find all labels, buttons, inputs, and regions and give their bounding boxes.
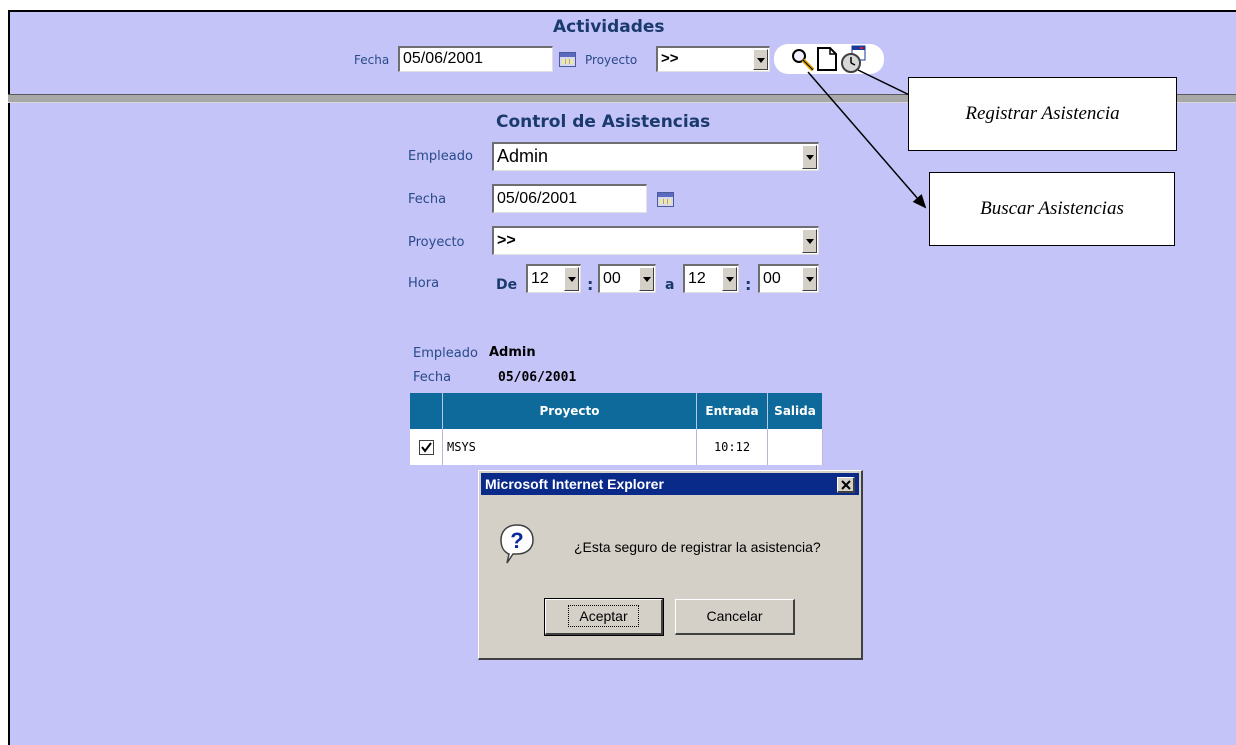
chevron-down-icon [753,49,768,70]
empleado-label: Empleado [408,149,473,164]
header-fecha-input[interactable]: 05/06/2001 [398,46,553,72]
proyecto-label: Proyecto [408,235,465,250]
hora-de-minute-value: 00 [603,270,621,287]
hora-a-minute-select[interactable]: 00 [758,264,819,293]
cancelar-button[interactable]: Cancelar [675,599,795,635]
summary-fecha-value: 05/06/2001 [498,370,577,385]
hora-a-hour-select[interactable]: 12 [683,264,739,293]
table-header-check [410,393,443,429]
calendar-icon[interactable] [657,192,674,207]
row-entrada: 10:12 [696,429,768,465]
checkmark-icon [420,441,432,453]
empleado-select[interactable]: Admin [492,142,819,171]
proyecto-value: >> [497,232,516,249]
chevron-down-icon [564,267,579,291]
proyecto-select[interactable]: >> [492,226,819,255]
chevron-down-icon [722,267,737,291]
table-header-proyecto: Proyecto [442,393,697,429]
hora-label: Hora [408,276,440,291]
fecha-label: Fecha [408,192,447,207]
table-header-salida: Salida [767,393,822,429]
empleado-value: Admin [497,146,549,166]
summary-empleado-value: Admin [489,345,536,360]
dialog-message: ¿Esta seguro de registrar la asistencia? [574,539,821,555]
hora-de-hour-value: 12 [531,270,549,287]
calendar-icon[interactable] [559,52,576,67]
chevron-down-icon [639,267,654,291]
buscar-callout-text: Buscar Asistencias [980,198,1124,219]
header-proyecto-select[interactable]: >> [656,46,770,72]
chevron-down-icon [802,145,817,169]
hora-de-hour-select[interactable]: 12 [526,264,581,293]
header-proyecto-label: Proyecto [585,53,638,67]
new-document-icon[interactable] [816,46,838,72]
row-checkbox[interactable] [418,439,434,455]
confirm-dialog: Microsoft Internet Explorer ? ¿Esta segu… [478,470,863,660]
a-label: a [665,277,675,293]
cancelar-label: Cancelar [706,608,763,624]
registrar-callout-text: Registrar Asistencia [965,103,1120,124]
de-label: De [496,277,518,293]
summary-fecha-label: Fecha [413,370,452,385]
registrar-callout: Registrar Asistencia [908,77,1177,151]
colon-separator: : [587,275,594,294]
hora-a-minute-value: 00 [763,270,781,287]
clock-calendar-icon[interactable] [838,45,872,75]
svg-text:?: ? [510,528,523,553]
summary-empleado-label: Empleado [413,346,478,361]
magnifier-icon[interactable] [790,47,816,73]
header-proyecto-value: >> [661,50,679,67]
aceptar-button[interactable]: Aceptar [544,598,664,636]
buscar-callout: Buscar Asistencias [929,172,1175,246]
asistencias-table: Proyecto Entrada Salida MSYS 10:12 [410,393,823,465]
question-icon: ? [500,524,534,564]
table-row: MSYS 10:12 [410,429,823,465]
chevron-down-icon [802,229,817,253]
page-title: Actividades [553,17,665,37]
dialog-titlebar: Microsoft Internet Explorer [481,473,859,495]
dialog-close-button[interactable] [837,477,855,493]
dialog-title: Microsoft Internet Explorer [485,476,664,492]
row-salida [767,429,823,465]
table-header-row: Proyecto Entrada Salida [410,393,822,429]
chevron-down-icon [802,267,817,291]
form-title: Control de Asistencias [496,112,711,132]
hora-a-hour-value: 12 [688,270,706,287]
table-header-entrada: Entrada [696,393,768,429]
header-fecha-label: Fecha [354,53,390,67]
hora-de-minute-select[interactable]: 00 [598,264,656,293]
colon-separator: : [745,275,752,294]
row-proyecto: MSYS [442,429,697,465]
close-icon [841,480,851,490]
aceptar-label: Aceptar [568,605,639,627]
fecha-input[interactable]: 05/06/2001 [492,184,647,213]
row-checkbox-cell [410,429,443,465]
